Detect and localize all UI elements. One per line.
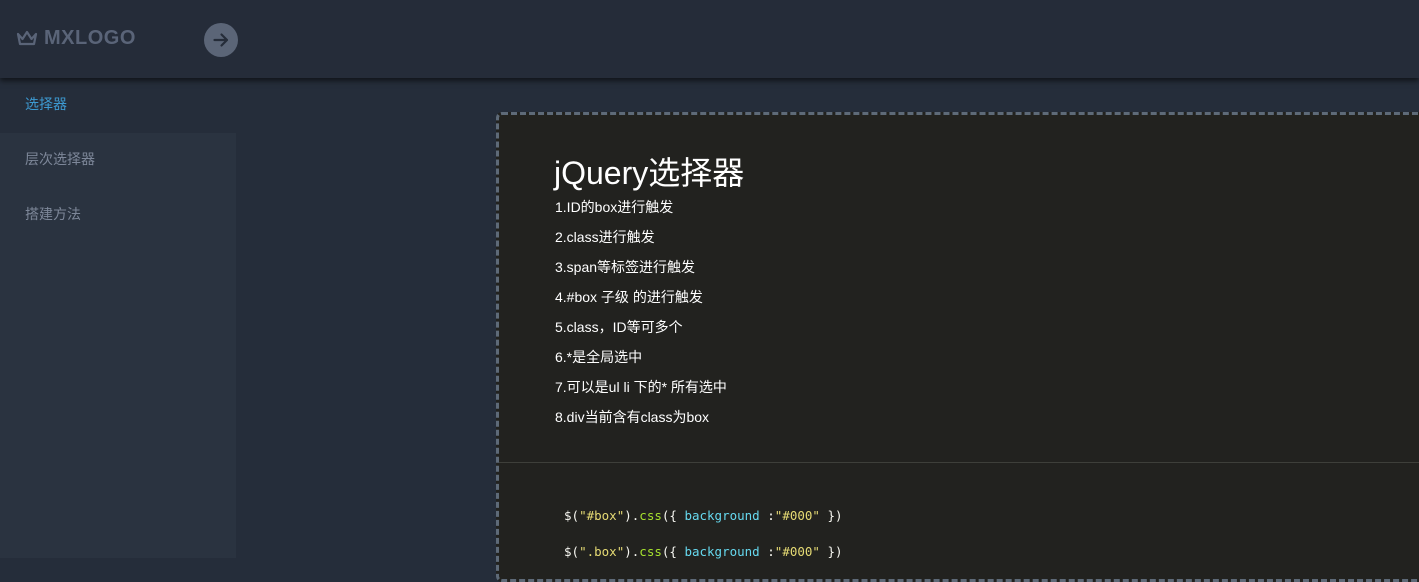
code-method: css: [639, 544, 662, 559]
code-line: $("#box").css({ background :"#000" }): [564, 508, 843, 523]
list-item: 5.class，ID等可多个: [555, 319, 683, 335]
code-line: $(".box").css({ background :"#000" }): [564, 544, 843, 559]
code-selector: #box: [586, 508, 617, 523]
list-item: 4.#box 子级 的进行触发: [555, 289, 703, 305]
top-header: MXLOGO: [0, 0, 1419, 78]
list-item: 1.ID的box进行触发: [555, 199, 674, 215]
selector-list: 1.ID的box进行触发 2.class进行触发 3.span等标签进行触发 4…: [555, 197, 727, 437]
code-method: css: [639, 508, 662, 523]
content-card: jQuery选择器 1.ID的box进行触发 2.class进行触发 3.spa…: [496, 112, 1419, 582]
page-title: jQuery选择器: [554, 155, 745, 191]
logo-text: MXLOGO: [44, 26, 136, 49]
arrow-right-icon: [213, 33, 229, 47]
code-selector: .box: [586, 544, 617, 559]
sidebar-toggle-button[interactable]: [204, 23, 238, 57]
divider: [499, 462, 1419, 463]
list-item: 7.可以是ul li 下的* 所有选中: [555, 379, 727, 395]
sidebar-item-selector[interactable]: 选择器: [0, 78, 236, 133]
code-property: background: [684, 508, 760, 523]
list-item: 2.class进行触发: [555, 229, 655, 245]
sidebar: 选择器 层次选择器 搭建方法: [0, 78, 236, 558]
code-property: background: [684, 544, 760, 559]
code-value: #000: [782, 508, 813, 523]
list-item: 6.*是全局选中: [555, 349, 643, 365]
sidebar-item-hierarchy-selector[interactable]: 层次选择器: [0, 133, 236, 188]
list-item: 3.span等标签进行触发: [555, 259, 696, 275]
sidebar-item-build-method[interactable]: 搭建方法: [0, 188, 236, 243]
list-item: 8.div当前含有class为box: [555, 409, 710, 425]
crown-icon: [16, 30, 38, 46]
code-value: #000: [782, 544, 813, 559]
logo[interactable]: MXLOGO: [16, 26, 136, 50]
